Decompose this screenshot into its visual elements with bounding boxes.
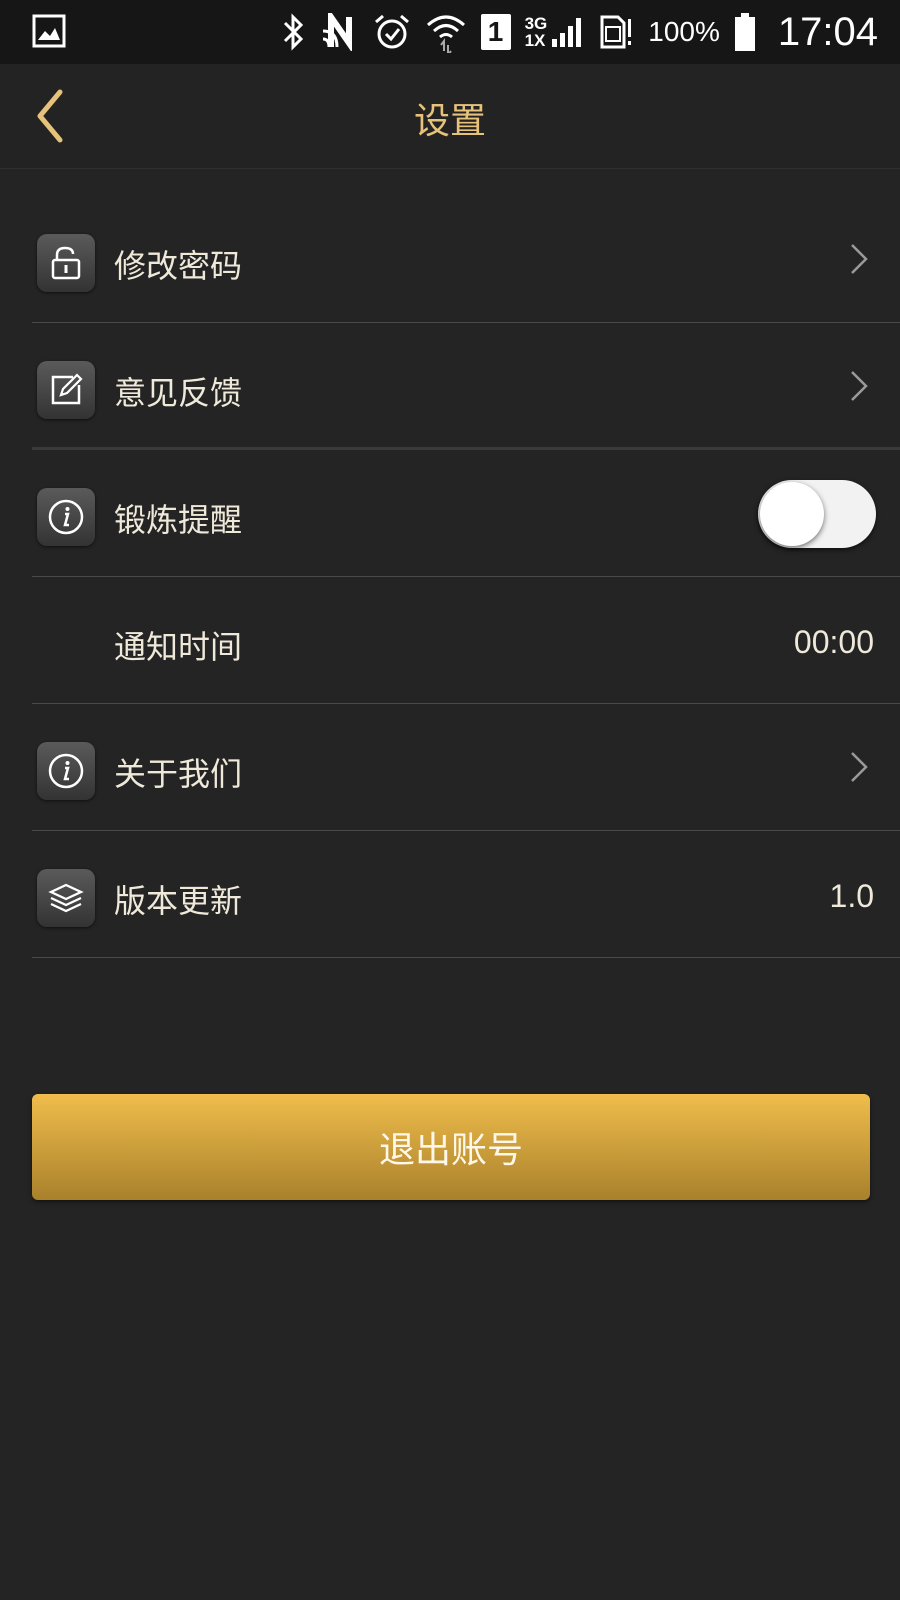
sim-card-icon <box>598 13 634 51</box>
exercise-reminder-toggle[interactable] <box>758 480 876 548</box>
version-update-item[interactable]: 版本更新 1.0 <box>32 831 900 958</box>
toggle-knob <box>760 482 824 546</box>
battery-percent: 100% <box>648 16 720 47</box>
edit-icon <box>37 361 95 419</box>
about-us-label: 关于我们 <box>114 755 243 793</box>
signal-icon: 3G 1X <box>525 15 585 49</box>
network-type-bottom: 1X <box>524 31 546 50</box>
app-header: 设置 <box>0 64 900 169</box>
gallery-icon <box>32 14 66 48</box>
exercise-reminder-label: 锻炼提醒 <box>114 501 243 539</box>
status-bar: 1 3G 1X 100% 17:04 <box>0 0 900 64</box>
feedback-item[interactable]: 意见反馈 <box>32 323 900 450</box>
clock: 17:04 <box>777 9 878 54</box>
wifi-icon <box>425 11 467 53</box>
feedback-label: 意见反馈 <box>114 374 243 412</box>
battery-icon <box>734 12 756 52</box>
settings-list: 修改密码 意见反馈 锻炼提醒 通知时间 00:00 关于我们 版本更新 1.0 <box>0 196 900 958</box>
chevron-right-icon <box>851 244 868 274</box>
chevron-right-icon <box>851 371 868 401</box>
notification-time-item[interactable]: 通知时间 00:00 <box>32 577 900 704</box>
exercise-reminder-item: 锻炼提醒 <box>32 450 900 577</box>
notification-time-label: 通知时间 <box>114 628 243 666</box>
notification-time-value: 00:00 <box>793 624 874 660</box>
logout-label: 退出账号 <box>378 1130 523 1171</box>
version-value: 1.0 <box>829 878 874 914</box>
info-icon <box>37 742 95 800</box>
lock-open-icon <box>37 234 95 292</box>
change-password-item[interactable]: 修改密码 <box>32 196 900 323</box>
alarm-icon <box>373 13 411 51</box>
page-title: 设置 <box>413 101 486 142</box>
version-update-label: 版本更新 <box>114 882 243 920</box>
nfc-icon <box>321 13 359 51</box>
chevron-right-icon <box>851 752 868 782</box>
bluetooth-icon <box>281 13 307 51</box>
info-icon <box>37 488 95 546</box>
change-password-label: 修改密码 <box>114 247 243 285</box>
sim-icon: 1 <box>480 14 511 50</box>
network-type-top: 3G <box>524 14 548 33</box>
layers-icon <box>37 869 95 927</box>
logout-button[interactable]: 退出账号 <box>32 1094 870 1200</box>
sim-number: 1 <box>487 16 504 47</box>
about-us-item[interactable]: 关于我们 <box>32 704 900 831</box>
